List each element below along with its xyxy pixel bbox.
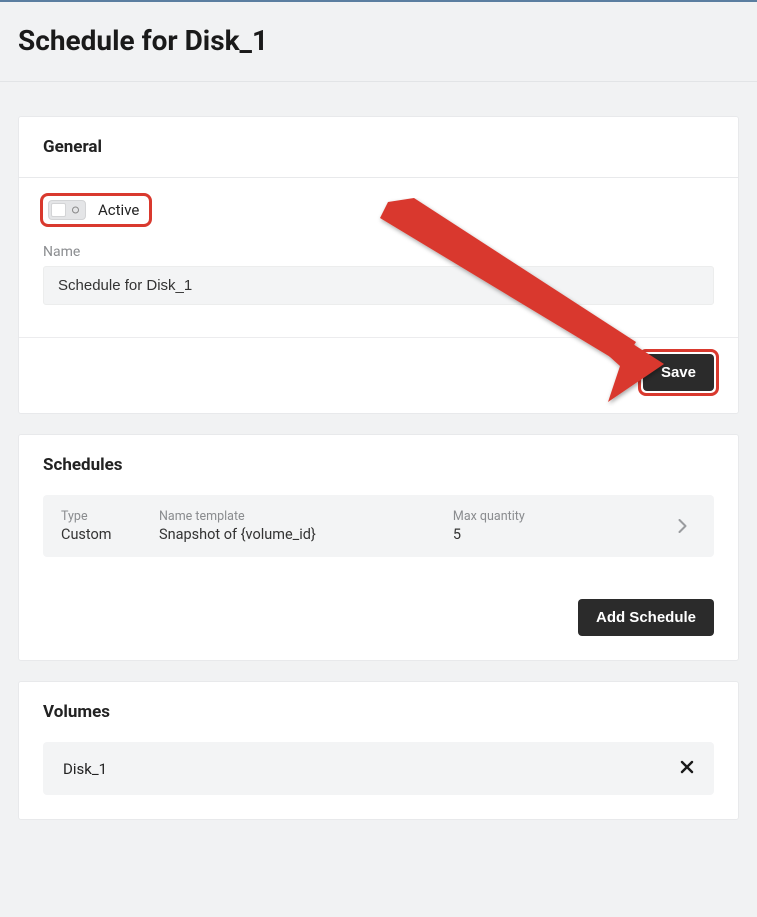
- schedule-qty-value: 5: [453, 526, 650, 543]
- toggle-knob: [51, 203, 66, 217]
- toggle-off-indicator-icon: [72, 207, 79, 214]
- general-title: General: [43, 137, 714, 157]
- add-schedule-button[interactable]: Add Schedule: [578, 599, 714, 636]
- general-header: General: [19, 117, 738, 178]
- page-title: Schedule for Disk_1: [18, 24, 739, 57]
- volumes-header: Volumes: [19, 682, 738, 742]
- schedules-title: Schedules: [43, 455, 714, 475]
- name-input[interactable]: [43, 266, 714, 305]
- active-label: Active: [98, 201, 139, 219]
- volume-name: Disk_1: [63, 760, 107, 778]
- volumes-title: Volumes: [43, 702, 714, 722]
- schedule-qty-label: Max quantity: [453, 509, 650, 524]
- general-card: General Active Name Save: [18, 116, 739, 414]
- active-toggle[interactable]: [48, 200, 86, 220]
- page-header: Schedule for Disk_1: [0, 2, 757, 82]
- name-field-label: Name: [43, 244, 714, 260]
- chevron-right-icon: [668, 519, 696, 533]
- schedule-type-label: Type: [61, 509, 141, 524]
- schedule-row[interactable]: Type Custom Name template Snapshot of {v…: [43, 495, 714, 557]
- save-button[interactable]: Save: [643, 354, 714, 391]
- volume-row: Disk_1: [43, 742, 714, 795]
- schedule-template-value: Snapshot of {volume_id}: [159, 526, 435, 543]
- schedule-type-value: Custom: [61, 526, 141, 543]
- active-toggle-wrap: Active: [43, 196, 149, 224]
- schedule-template-label: Name template: [159, 509, 435, 524]
- schedules-card: Schedules Type Custom Name template Snap…: [18, 434, 739, 661]
- schedules-header: Schedules: [19, 435, 738, 495]
- volumes-card: Volumes Disk_1: [18, 681, 739, 820]
- remove-volume-icon[interactable]: [680, 758, 694, 779]
